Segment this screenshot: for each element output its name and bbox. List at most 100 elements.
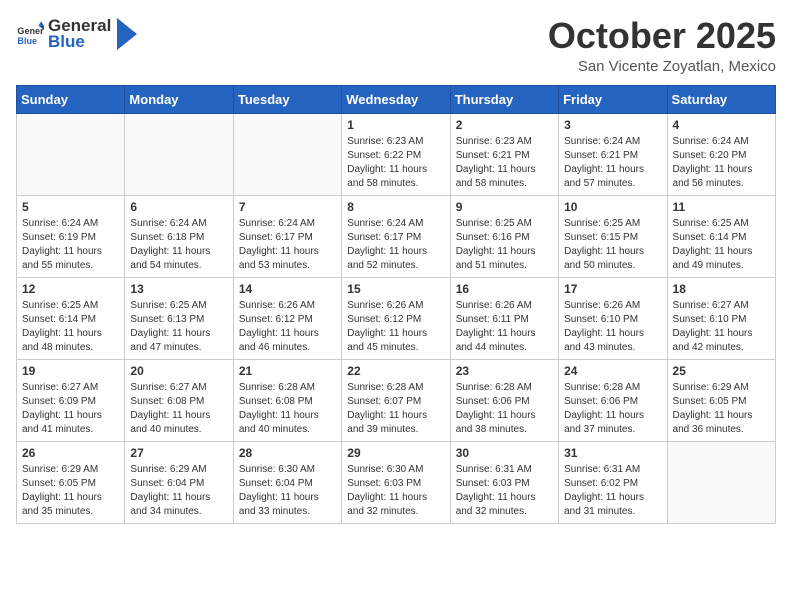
day-number: 14 [239,282,336,296]
day-number: 29 [347,446,444,460]
calendar-table: SundayMondayTuesdayWednesdayThursdayFrid… [16,85,776,524]
day-info: Sunrise: 6:30 AM Sunset: 6:03 PM Dayligh… [347,463,444,519]
day-number: 17 [564,282,661,296]
calendar-cell: 31 Sunrise: 6:31 AM Sunset: 6:02 PM Dayli… [559,441,667,523]
weekday-header: Thursday [450,85,558,113]
calendar-cell: 20 Sunrise: 6:27 AM Sunset: 6:08 PM Dayli… [125,359,233,441]
svg-text:Blue: Blue [17,35,37,45]
day-number: 10 [564,200,661,214]
day-info: Sunrise: 6:31 AM Sunset: 6:03 PM Dayligh… [456,463,553,519]
calendar-cell: 30 Sunrise: 6:31 AM Sunset: 6:03 PM Dayli… [450,441,558,523]
day-info: Sunrise: 6:28 AM Sunset: 6:08 PM Dayligh… [239,381,336,437]
day-info: Sunrise: 6:24 AM Sunset: 6:17 PM Dayligh… [239,217,336,273]
day-number: 25 [673,364,770,378]
day-number: 11 [673,200,770,214]
day-number: 26 [22,446,119,460]
calendar-cell: 17 Sunrise: 6:26 AM Sunset: 6:10 PM Dayli… [559,277,667,359]
day-number: 23 [456,364,553,378]
day-number: 18 [673,282,770,296]
day-number: 8 [347,200,444,214]
calendar-cell: 27 Sunrise: 6:29 AM Sunset: 6:04 PM Dayli… [125,441,233,523]
weekday-header: Sunday [17,85,125,113]
title-block: October 2025 San Vicente Zoyatlan, Mexic… [548,16,776,75]
day-info: Sunrise: 6:24 AM Sunset: 6:19 PM Dayligh… [22,217,119,273]
day-number: 4 [673,118,770,132]
weekday-header-row: SundayMondayTuesdayWednesdayThursdayFrid… [17,85,776,113]
day-number: 21 [239,364,336,378]
calendar-cell: 1 Sunrise: 6:23 AM Sunset: 6:22 PM Daylig… [342,113,450,195]
weekday-header: Saturday [667,85,775,113]
day-info: Sunrise: 6:27 AM Sunset: 6:08 PM Dayligh… [130,381,227,437]
calendar-cell: 16 Sunrise: 6:26 AM Sunset: 6:11 PM Dayli… [450,277,558,359]
calendar-week-row: 26Sunrise: 6:29 AM Sunset: 6:05 PM Dayli… [17,441,776,523]
day-info: Sunrise: 6:30 AM Sunset: 6:04 PM Dayligh… [239,463,336,519]
day-info: Sunrise: 6:28 AM Sunset: 6:06 PM Dayligh… [564,381,661,437]
day-info: Sunrise: 6:26 AM Sunset: 6:10 PM Dayligh… [564,299,661,355]
day-info: Sunrise: 6:24 AM Sunset: 6:17 PM Dayligh… [347,217,444,273]
day-number: 12 [22,282,119,296]
svg-text:General: General [17,26,44,36]
calendar-cell: 2 Sunrise: 6:23 AM Sunset: 6:21 PM Daylig… [450,113,558,195]
calendar-cell: 10 Sunrise: 6:25 AM Sunset: 6:15 PM Dayli… [559,195,667,277]
calendar-cell: 21 Sunrise: 6:28 AM Sunset: 6:08 PM Dayli… [233,359,341,441]
calendar-cell [667,441,775,523]
calendar-cell [233,113,341,195]
day-info: Sunrise: 6:26 AM Sunset: 6:11 PM Dayligh… [456,299,553,355]
day-info: Sunrise: 6:23 AM Sunset: 6:22 PM Dayligh… [347,135,444,191]
day-number: 19 [22,364,119,378]
day-info: Sunrise: 6:25 AM Sunset: 6:16 PM Dayligh… [456,217,553,273]
calendar-cell: 9 Sunrise: 6:25 AM Sunset: 6:16 PM Daylig… [450,195,558,277]
day-number: 1 [347,118,444,132]
day-info: Sunrise: 6:29 AM Sunset: 6:04 PM Dayligh… [130,463,227,519]
calendar-cell: 3 Sunrise: 6:24 AM Sunset: 6:21 PM Daylig… [559,113,667,195]
logo: General Blue General Blue [16,16,137,51]
calendar-subtitle: San Vicente Zoyatlan, Mexico [548,58,776,75]
calendar-week-row: 12 Sunrise: 6:25 AM Sunset: 6:14 PM Dayli… [17,277,776,359]
day-info: Sunrise: 6:25 AM Sunset: 6:13 PM Dayligh… [130,299,227,355]
day-number: 27 [130,446,227,460]
calendar-week-row: 1 Sunrise: 6:23 AM Sunset: 6:22 PM Daylig… [17,113,776,195]
calendar-cell: 26Sunrise: 6:29 AM Sunset: 6:05 PM Dayli… [17,441,125,523]
day-number: 20 [130,364,227,378]
calendar-cell: 15Sunrise: 6:26 AM Sunset: 6:12 PM Dayli… [342,277,450,359]
day-info: Sunrise: 6:26 AM Sunset: 6:12 PM Dayligh… [347,299,444,355]
weekday-header: Monday [125,85,233,113]
logo-blue-text: Blue [48,32,111,52]
calendar-cell: 25Sunrise: 6:29 AM Sunset: 6:05 PM Dayli… [667,359,775,441]
weekday-header: Tuesday [233,85,341,113]
calendar-cell: 23 Sunrise: 6:28 AM Sunset: 6:06 PM Dayli… [450,359,558,441]
logo-icon: General Blue [16,20,44,48]
day-number: 31 [564,446,661,460]
calendar-cell: 7 Sunrise: 6:24 AM Sunset: 6:17 PM Daylig… [233,195,341,277]
day-number: 16 [456,282,553,296]
day-info: Sunrise: 6:25 AM Sunset: 6:15 PM Dayligh… [564,217,661,273]
day-number: 3 [564,118,661,132]
day-number: 13 [130,282,227,296]
day-info: Sunrise: 6:26 AM Sunset: 6:12 PM Dayligh… [239,299,336,355]
day-number: 2 [456,118,553,132]
day-info: Sunrise: 6:23 AM Sunset: 6:21 PM Dayligh… [456,135,553,191]
calendar-cell: 22Sunrise: 6:28 AM Sunset: 6:07 PM Dayli… [342,359,450,441]
day-info: Sunrise: 6:28 AM Sunset: 6:07 PM Dayligh… [347,381,444,437]
day-info: Sunrise: 6:25 AM Sunset: 6:14 PM Dayligh… [673,217,770,273]
page-header: General Blue General Blue October 2025 S… [16,16,776,75]
day-number: 30 [456,446,553,460]
calendar-cell [125,113,233,195]
weekday-header: Wednesday [342,85,450,113]
day-number: 7 [239,200,336,214]
calendar-title: October 2025 [548,16,776,56]
calendar-cell: 18Sunrise: 6:27 AM Sunset: 6:10 PM Dayli… [667,277,775,359]
day-number: 24 [564,364,661,378]
day-info: Sunrise: 6:28 AM Sunset: 6:06 PM Dayligh… [456,381,553,437]
day-info: Sunrise: 6:24 AM Sunset: 6:18 PM Dayligh… [130,217,227,273]
day-number: 9 [456,200,553,214]
calendar-cell: 24 Sunrise: 6:28 AM Sunset: 6:06 PM Dayli… [559,359,667,441]
day-info: Sunrise: 6:24 AM Sunset: 6:21 PM Dayligh… [564,135,661,191]
day-info: Sunrise: 6:31 AM Sunset: 6:02 PM Dayligh… [564,463,661,519]
day-info: Sunrise: 6:25 AM Sunset: 6:14 PM Dayligh… [22,299,119,355]
day-info: Sunrise: 6:27 AM Sunset: 6:09 PM Dayligh… [22,381,119,437]
calendar-week-row: 5Sunrise: 6:24 AM Sunset: 6:19 PM Daylig… [17,195,776,277]
calendar-cell: 29 Sunrise: 6:30 AM Sunset: 6:03 PM Dayli… [342,441,450,523]
calendar-cell: 14 Sunrise: 6:26 AM Sunset: 6:12 PM Dayli… [233,277,341,359]
day-number: 6 [130,200,227,214]
